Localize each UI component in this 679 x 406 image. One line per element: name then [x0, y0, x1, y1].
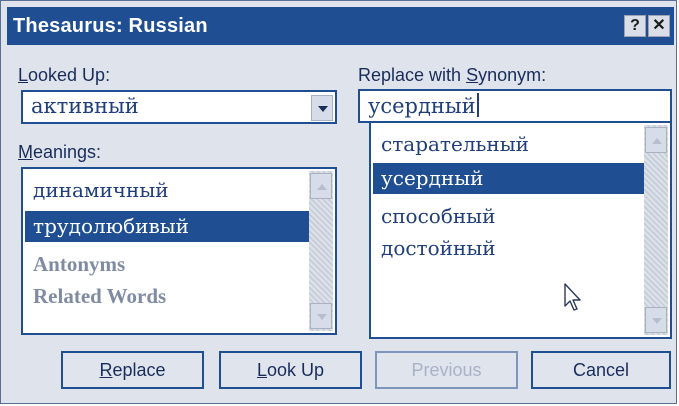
close-button[interactable]: ✕ — [648, 15, 670, 37]
arrow-down-icon — [317, 314, 327, 320]
look-up-button[interactable]: Look Up — [219, 351, 362, 389]
meanings-list[interactable]: динамичный трудолюбивый Antonyms Related… — [21, 167, 337, 335]
title-bar[interactable]: Thesaurus: Russian ? ✕ — [7, 7, 674, 45]
looked-up-combobox[interactable]: активный — [21, 90, 337, 124]
meanings-scroll-up-button[interactable] — [310, 173, 332, 199]
synonyms-item-3[interactable]: достойный — [373, 233, 644, 264]
replace-with-synonym-label: Replace with Synonym: — [358, 65, 547, 85]
replace-button[interactable]: Replace — [61, 351, 204, 389]
replace-with-value: усердный — [368, 93, 479, 118]
previous-button[interactable]: Previous — [375, 351, 518, 389]
looked-up-value: активный — [31, 94, 139, 118]
meanings-item-0[interactable]: динамичный — [25, 175, 311, 206]
synonyms-item-0[interactable]: старательный — [373, 129, 644, 160]
looked-up-dropdown-button[interactable] — [311, 95, 333, 121]
synonyms-scroll-down-button[interactable] — [645, 307, 667, 333]
help-button[interactable]: ? — [624, 15, 646, 37]
replace-with-synonym-input[interactable]: усердный — [358, 89, 672, 123]
mouse-pointer-icon — [564, 283, 581, 311]
meanings-scroll-down-button[interactable] — [310, 303, 332, 329]
meanings-item-1[interactable]: трудолюбивый — [25, 211, 311, 242]
synonyms-item-2[interactable]: способный — [373, 201, 644, 232]
synonyms-scrollbar[interactable] — [644, 125, 668, 335]
cancel-button[interactable]: Cancel — [531, 351, 671, 389]
arrow-up-icon — [317, 184, 327, 190]
close-icon: ✕ — [652, 17, 666, 34]
synonyms-item-1[interactable]: усердный — [373, 163, 644, 194]
arrow-down-icon — [652, 318, 662, 324]
arrow-up-icon — [652, 138, 662, 144]
meanings-item-related-words[interactable]: Related Words — [25, 281, 311, 312]
meanings-label: Meanings: — [18, 142, 102, 162]
meanings-scrollbar[interactable] — [309, 171, 333, 331]
synonyms-scroll-up-button[interactable] — [645, 127, 667, 153]
thesaurus-dialog: Thesaurus: Russian ? ✕ Looked Up: активн… — [0, 0, 677, 404]
looked-up-label: Looked Up: — [18, 65, 111, 85]
help-icon: ? — [630, 17, 640, 34]
chevron-down-icon — [318, 106, 328, 112]
text-caret — [476, 93, 479, 117]
window-title: Thesaurus: Russian — [13, 15, 208, 37]
meanings-item-antonyms[interactable]: Antonyms — [25, 249, 311, 280]
synonyms-list[interactable]: старательный усердный способный достойны… — [369, 121, 672, 339]
